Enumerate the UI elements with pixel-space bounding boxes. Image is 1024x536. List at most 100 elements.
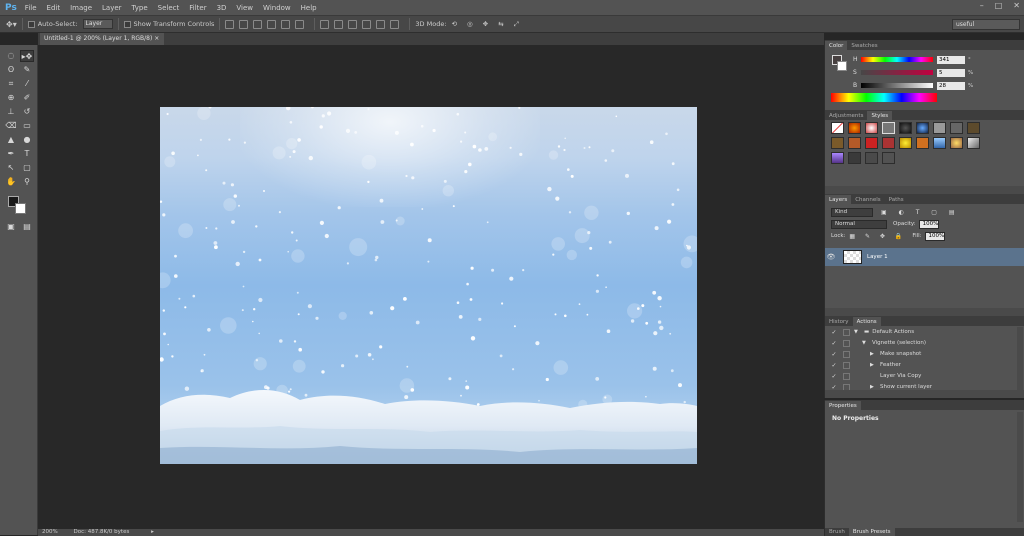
expand-arrow-icon[interactable]: ▼ (862, 340, 868, 346)
transform-controls-checkbox[interactable] (123, 20, 131, 28)
maximize-button[interactable]: □ (995, 1, 1003, 10)
move-tool-icon[interactable]: ✥▾ (6, 20, 17, 29)
blur-tool-icon[interactable]: ▲ (4, 134, 18, 146)
brightness-slider[interactable] (861, 83, 933, 88)
brush-tool-icon[interactable]: ✐ (20, 92, 34, 104)
style-swatch[interactable] (916, 122, 929, 134)
tab-properties[interactable]: Properties (825, 401, 861, 410)
saturation-slider[interactable] (861, 70, 933, 75)
distribute-bottom-icon[interactable] (348, 19, 358, 29)
style-swatch[interactable] (831, 122, 844, 134)
style-swatch[interactable] (882, 152, 895, 164)
layer-name[interactable]: Layer 1 (867, 254, 888, 260)
crop-tool-icon[interactable]: ⌗ (4, 78, 18, 90)
style-swatch[interactable] (882, 137, 895, 149)
menu-layer[interactable]: Layer (102, 4, 122, 12)
saturation-input[interactable]: 5 (937, 68, 965, 77)
tab-paths[interactable]: Paths (885, 195, 908, 204)
blend-mode-dropdown[interactable]: Normal (831, 219, 887, 229)
tab-brush-presets[interactable]: Brush Presets (848, 528, 895, 536)
fill-input[interactable]: 100% (924, 231, 945, 241)
align-top-icon[interactable] (225, 19, 235, 29)
action-item[interactable]: ✓ ▼ Vignette (selection) (825, 338, 1017, 348)
color-spectrum-ramp[interactable] (831, 93, 937, 102)
action-item[interactable]: ✓ ▶ Feather (825, 360, 1017, 370)
tab-swatches[interactable]: Swatches (847, 41, 881, 50)
style-swatch[interactable] (967, 122, 980, 134)
check-icon[interactable]: ✓ (829, 351, 839, 358)
check-icon[interactable]: ✓ (829, 362, 839, 369)
healing-tool-icon[interactable]: ⊕ (4, 92, 18, 104)
layer-filter-kind[interactable]: Kind (831, 207, 873, 217)
distribute-left-icon[interactable] (362, 19, 372, 29)
distribute-right-icon[interactable] (390, 19, 400, 29)
style-swatch[interactable] (848, 152, 861, 164)
hue-slider[interactable] (861, 57, 933, 62)
marquee-tool-icon[interactable]: ◌ (4, 50, 18, 62)
align-center-icon[interactable] (281, 19, 291, 29)
menu-edit[interactable]: Edit (47, 4, 61, 12)
tab-channels[interactable]: Channels (851, 195, 884, 204)
tab-history[interactable]: History (825, 317, 853, 326)
style-swatch[interactable] (831, 152, 844, 164)
hand-tool-icon[interactable]: ✋ (4, 176, 18, 188)
menu-image[interactable]: Image (70, 4, 92, 12)
screen-mode-icon[interactable]: ▤ (20, 221, 34, 233)
3d-mode-icons[interactable]: ⟲ ◎ ✥ ⇆ ⤢ (452, 20, 523, 29)
close-button[interactable]: ✕ (1013, 1, 1020, 10)
tab-layers[interactable]: Layers (825, 195, 852, 204)
pen-tool-icon[interactable]: ✒ (4, 148, 18, 160)
distribute-middle-icon[interactable] (334, 19, 344, 29)
canvas-area[interactable] (38, 45, 824, 529)
shape-tool-icon[interactable]: ▢ (20, 162, 34, 174)
quick-select-tool-icon[interactable]: ✎ (20, 64, 34, 76)
align-bottom-icon[interactable] (253, 19, 263, 29)
properties-scrollbar[interactable] (1017, 412, 1023, 522)
action-item[interactable]: ✓ ▶ Make snapshot (825, 349, 1017, 359)
style-swatch[interactable] (831, 137, 844, 149)
menu-select[interactable]: Select (158, 4, 180, 12)
path-select-tool-icon[interactable]: ↖ (4, 162, 18, 174)
expand-arrow-icon[interactable]: ▼ (854, 329, 860, 335)
dialog-toggle-icon[interactable] (843, 328, 850, 336)
action-item[interactable]: ✓ ▼ ▬ Default Actions (825, 327, 1017, 337)
auto-select-dropdown[interactable]: Layer (82, 19, 113, 29)
hue-input[interactable]: 341 (937, 55, 965, 64)
menu-file[interactable]: File (25, 4, 37, 12)
menu-help[interactable]: Help (301, 4, 317, 12)
style-swatch[interactable] (865, 137, 878, 149)
style-swatch[interactable] (933, 122, 946, 134)
style-swatch[interactable] (848, 122, 861, 134)
dodge-tool-icon[interactable]: ● (20, 134, 34, 146)
align-left-icon[interactable] (267, 19, 277, 29)
style-swatch[interactable] (882, 122, 895, 134)
brightness-input[interactable]: 28 (937, 81, 965, 90)
style-swatch[interactable] (899, 137, 912, 149)
style-swatch[interactable] (916, 137, 929, 149)
tab-actions[interactable]: Actions (852, 317, 881, 326)
style-swatch[interactable] (967, 137, 980, 149)
actions-scrollbar[interactable] (1017, 327, 1023, 390)
color-bg-swatch[interactable] (837, 61, 847, 71)
eyedropper-tool-icon[interactable]: ⁄ (20, 78, 34, 90)
snow-image-canvas[interactable] (160, 107, 697, 464)
visibility-eye-icon[interactable]: 👁 (825, 253, 837, 261)
dialog-toggle-icon[interactable] (843, 350, 850, 358)
eraser-tool-icon[interactable]: ⌫ (4, 120, 18, 132)
menu-filter[interactable]: Filter (189, 4, 206, 12)
style-swatch[interactable] (950, 122, 963, 134)
lasso-tool-icon[interactable]: ʘ (4, 64, 18, 76)
tab-styles[interactable]: Styles (867, 111, 893, 120)
dialog-toggle-icon[interactable] (843, 361, 850, 369)
menu-3d[interactable]: 3D (217, 4, 227, 12)
tab-brush[interactable]: Brush (825, 528, 849, 536)
document-tab[interactable]: Untitled-1 @ 200% (Layer 1, RGB/8) × (40, 33, 164, 45)
align-middle-icon[interactable] (239, 19, 249, 29)
move-tool-icon[interactable]: ▸✥ (20, 50, 34, 62)
check-icon[interactable]: ✓ (829, 329, 839, 336)
history-brush-tool-icon[interactable]: ↺ (20, 106, 34, 118)
check-icon[interactable]: ✓ (829, 373, 839, 380)
action-item[interactable]: ✓ Layer Via Copy (825, 371, 1017, 381)
gradient-tool-icon[interactable]: ▭ (20, 120, 34, 132)
expand-arrow-icon[interactable]: ▶ (870, 362, 876, 368)
